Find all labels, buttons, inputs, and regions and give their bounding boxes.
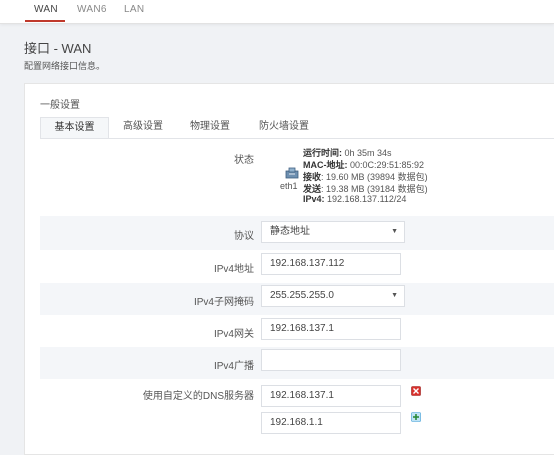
remove-icon[interactable] — [411, 386, 421, 396]
ipv4-key: IPv4: — [303, 194, 325, 204]
tab-lan[interactable]: LAN — [124, 4, 144, 15]
ipv4-address-label: IPv4地址 — [213, 264, 254, 275]
broadcast-label: IPv4广播 — [213, 361, 254, 372]
netmask-select[interactable]: 255.255.255.0 ▼ — [261, 285, 405, 307]
status-label: 状态 — [234, 155, 254, 166]
subtab-firewall[interactable]: 防火墙设置 — [246, 117, 322, 138]
uptime-value: 0h 35m 34s — [342, 148, 392, 158]
settings-subtabs: 基本设置 高级设置 物理设置 防火墙设置 — [40, 117, 554, 139]
protocol-select[interactable]: 静态地址 ▼ — [261, 221, 405, 243]
gateway-label: IPv4网关 — [213, 329, 254, 340]
broadcast-input[interactable] — [261, 349, 401, 371]
tx-value: : 19.38 MB (39184 数据包) — [321, 184, 428, 194]
subtab-basic[interactable]: 基本设置 — [40, 117, 109, 139]
network-port-icon — [285, 167, 299, 179]
interface-name: eth1 — [280, 181, 298, 191]
gateway-input[interactable]: 192.168.137.1 — [261, 318, 401, 340]
mac-key: MAC-地址: — [303, 160, 348, 170]
netmask-label: IPv4子网掩码 — [193, 297, 254, 308]
subtab-advanced[interactable]: 高级设置 — [109, 117, 177, 138]
ipv4-address-input[interactable]: 192.168.137.112 — [261, 253, 401, 275]
dns-label: 使用自定义的DNS服务器 — [142, 391, 254, 402]
tab-wan[interactable]: WAN — [34, 4, 58, 15]
dns-input-2[interactable]: 192.168.1.1 — [261, 412, 401, 434]
netmask-value: 255.255.255.0 — [270, 290, 334, 301]
add-icon[interactable] — [411, 412, 421, 422]
rx-value: : 19.60 MB (39894 数据包) — [321, 172, 428, 182]
rx-key: 接收 — [303, 172, 322, 182]
mac-value: 00:0C:29:51:85:92 — [347, 160, 425, 170]
chevron-down-icon: ▼ — [391, 292, 398, 299]
section-title: 一般设置 — [40, 100, 80, 111]
uptime-key: 运行时间: — [303, 148, 342, 158]
tx-key: 发送 — [303, 184, 322, 194]
page-description: 配置网络接口信息。 — [24, 61, 106, 71]
protocol-value: 静态地址 — [270, 226, 310, 237]
chevron-down-icon: ▼ — [391, 228, 398, 235]
protocol-label: 协议 — [234, 231, 254, 242]
status-ipv4: IPv4: 192.168.137.112/24 — [303, 194, 406, 204]
page-title: 接口 - WAN — [24, 41, 92, 56]
active-tab-indicator — [25, 20, 65, 22]
top-tab-bar: WAN WAN6 LAN — [0, 0, 554, 24]
dns-input-1[interactable]: 192.168.137.1 — [261, 385, 401, 407]
subtab-physical[interactable]: 物理设置 — [179, 117, 241, 138]
tab-wan6[interactable]: WAN6 — [77, 4, 107, 15]
ipv4-value: 192.168.137.112/24 — [324, 194, 407, 204]
